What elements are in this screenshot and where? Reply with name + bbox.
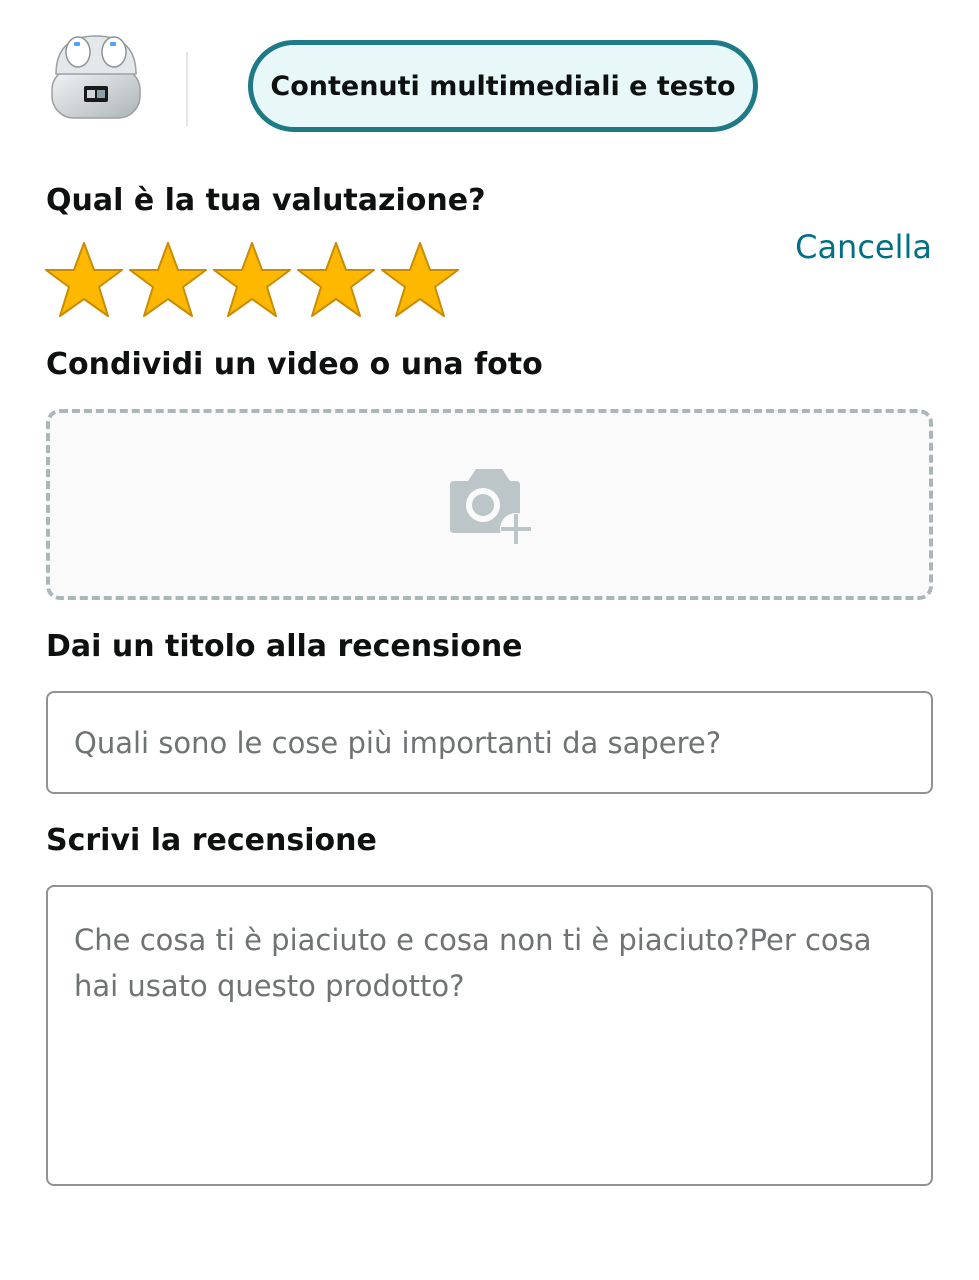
star-4[interactable] xyxy=(296,240,376,320)
tab-media-and-text-label: Contenuti multimediali e testo xyxy=(270,70,736,102)
camera-plus-icon xyxy=(450,469,532,545)
top-bar: Contenuti multimediali e testo xyxy=(0,0,979,150)
earbuds-case-icon xyxy=(51,35,141,119)
star-rating xyxy=(44,240,460,324)
star-1[interactable] xyxy=(44,240,124,320)
star-5[interactable] xyxy=(380,240,460,320)
tab-media-and-text[interactable]: Contenuti multimediali e testo xyxy=(248,40,758,132)
review-title-label: Dai un titolo alla recensione xyxy=(46,629,523,664)
review-body-textarea[interactable] xyxy=(46,885,933,1186)
review-title-input[interactable] xyxy=(46,691,933,794)
media-upload-label: Condividi un video o una foto xyxy=(46,347,543,382)
rating-question: Qual è la tua valutazione? xyxy=(46,183,486,218)
star-3[interactable] xyxy=(212,240,292,320)
star-2[interactable] xyxy=(128,240,208,320)
media-upload-area[interactable] xyxy=(46,409,933,600)
header-divider xyxy=(186,52,188,126)
clear-rating-link[interactable]: Cancella xyxy=(795,228,932,266)
review-body-label: Scrivi la recensione xyxy=(46,823,377,858)
